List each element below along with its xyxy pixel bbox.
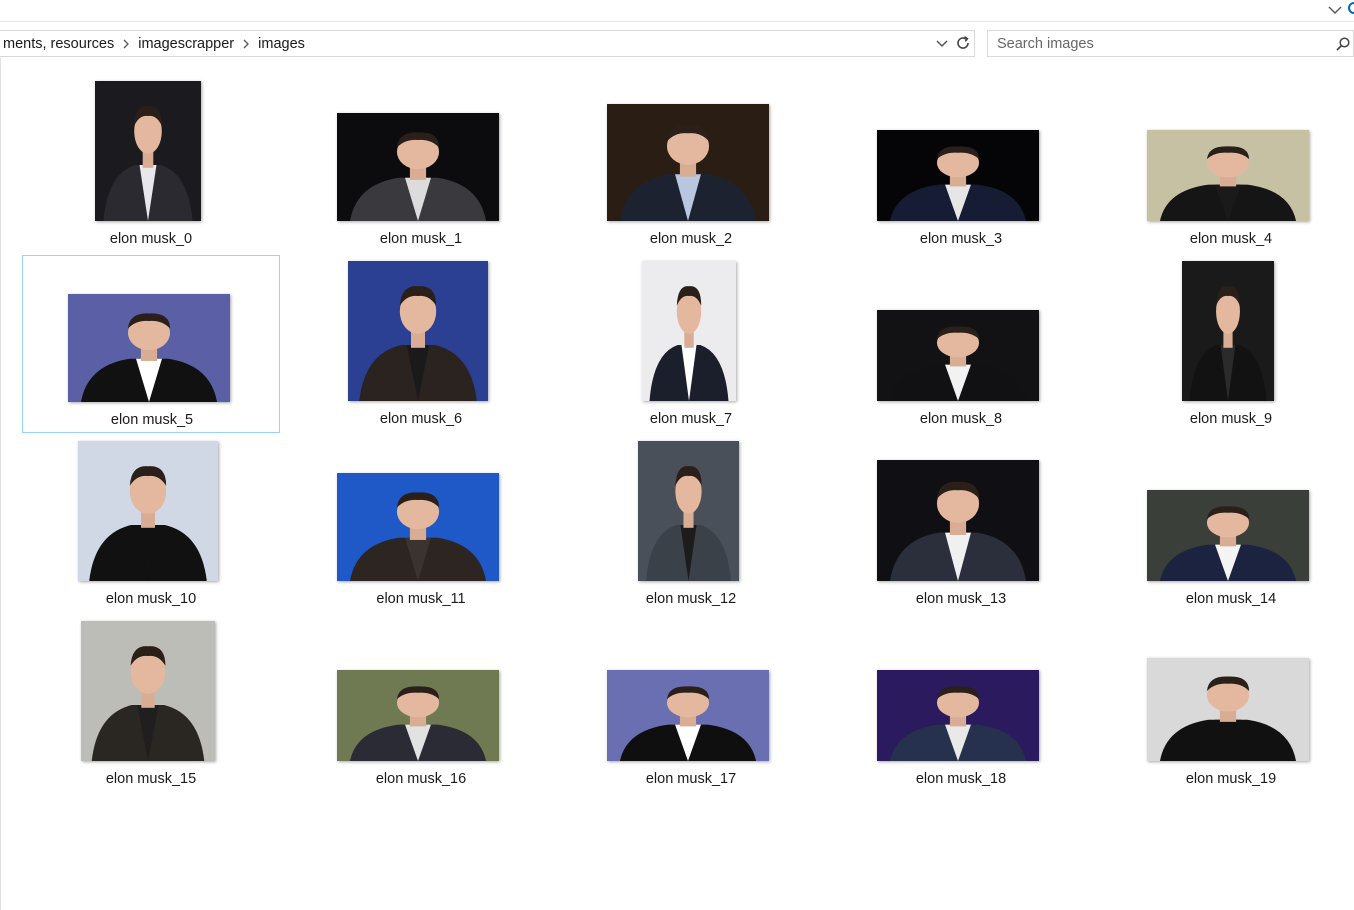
file-item[interactable]: elon musk_17 — [562, 615, 820, 793]
image-thumbnail[interactable] — [68, 294, 230, 402]
image-thumbnail[interactable] — [607, 670, 769, 761]
breadcrumb-item[interactable]: imagescrapper — [135, 36, 237, 52]
image-thumbnail[interactable] — [95, 81, 201, 221]
breadcrumb: ments, resources imagescrapper images — [0, 31, 308, 56]
file-name: elon musk_4 — [1189, 231, 1273, 247]
file-item[interactable]: elon musk_4 — [1102, 77, 1354, 255]
help-icon[interactable] — [1348, 2, 1354, 14]
file-name: elon musk_5 — [110, 412, 194, 428]
file-name: elon musk_16 — [375, 771, 467, 787]
file-name: elon musk_8 — [919, 411, 1003, 427]
file-name: elon musk_0 — [109, 231, 193, 247]
file-grid[interactable]: elon musk_0 elon musk_1 elon musk_2 elon mu… — [0, 58, 1354, 910]
file-item[interactable]: elon musk_15 — [22, 615, 280, 793]
file-item[interactable]: elon musk_16 — [292, 615, 550, 793]
file-item[interactable]: elon musk_0 — [22, 77, 280, 255]
image-thumbnail[interactable] — [337, 113, 499, 221]
file-name: elon musk_17 — [645, 771, 737, 787]
file-name: elon musk_18 — [915, 771, 1007, 787]
file-item[interactable]: elon musk_2 — [562, 77, 820, 255]
image-thumbnail[interactable] — [81, 621, 215, 761]
chevron-right-icon[interactable] — [237, 31, 255, 56]
file-item[interactable]: elon musk_19 — [1102, 615, 1354, 793]
file-item[interactable]: elon musk_18 — [832, 615, 1090, 793]
breadcrumb-item[interactable]: images — [255, 36, 308, 52]
file-item[interactable]: elon musk_12 — [562, 435, 820, 613]
file-name: elon musk_7 — [649, 411, 733, 427]
image-thumbnail[interactable] — [1147, 658, 1309, 761]
image-thumbnail[interactable] — [348, 261, 488, 401]
file-item[interactable]: elon musk_8 — [832, 255, 1090, 433]
chevron-down-icon[interactable] — [934, 35, 950, 51]
image-thumbnail[interactable] — [1147, 490, 1309, 581]
file-item[interactable]: elon musk_14 — [1102, 435, 1354, 613]
image-thumbnail[interactable] — [638, 441, 739, 581]
search-box[interactable] — [987, 30, 1354, 57]
file-name: elon musk_10 — [105, 591, 197, 607]
window-top-strip — [0, 0, 1354, 22]
search-icon[interactable] — [1335, 36, 1351, 52]
image-thumbnail[interactable] — [607, 104, 769, 221]
file-name: elon musk_9 — [1189, 411, 1273, 427]
file-item[interactable]: elon musk_7 — [562, 255, 820, 433]
file-item[interactable]: elon musk_11 — [292, 435, 550, 613]
chevron-down-icon[interactable] — [1326, 2, 1344, 18]
image-thumbnail[interactable] — [78, 441, 218, 581]
file-item[interactable]: elon musk_5 — [22, 255, 280, 433]
file-item[interactable]: elon musk_3 — [832, 77, 1090, 255]
image-thumbnail[interactable] — [1182, 261, 1274, 401]
file-name: elon musk_14 — [1185, 591, 1277, 607]
file-name: elon musk_12 — [645, 591, 737, 607]
file-name: elon musk_11 — [376, 591, 466, 607]
file-item[interactable]: elon musk_1 — [292, 77, 550, 255]
file-item[interactable]: elon musk_9 — [1102, 255, 1354, 433]
file-name: elon musk_2 — [649, 231, 733, 247]
file-item[interactable]: elon musk_10 — [22, 435, 280, 613]
address-bar[interactable]: ments, resources imagescrapper images — [0, 30, 975, 57]
breadcrumb-item[interactable]: ments, resources — [0, 36, 117, 52]
image-thumbnail[interactable] — [877, 130, 1039, 221]
refresh-icon[interactable] — [954, 34, 972, 52]
file-name: elon musk_19 — [1185, 771, 1277, 787]
file-item[interactable]: elon musk_6 — [292, 255, 550, 433]
image-thumbnail[interactable] — [337, 473, 499, 581]
image-thumbnail[interactable] — [642, 261, 736, 401]
file-name: elon musk_13 — [915, 591, 1007, 607]
file-name: elon musk_3 — [919, 231, 1003, 247]
search-input[interactable] — [988, 31, 1318, 56]
file-item[interactable]: elon musk_13 — [832, 435, 1090, 613]
file-name: elon musk_15 — [105, 771, 197, 787]
file-name: elon musk_6 — [379, 411, 463, 427]
image-thumbnail[interactable] — [877, 460, 1039, 581]
image-thumbnail[interactable] — [337, 670, 499, 761]
image-thumbnail[interactable] — [877, 310, 1039, 401]
file-name: elon musk_1 — [379, 231, 463, 247]
image-thumbnail[interactable] — [877, 670, 1039, 761]
chevron-right-icon[interactable] — [117, 31, 135, 56]
image-thumbnail[interactable] — [1147, 130, 1309, 221]
